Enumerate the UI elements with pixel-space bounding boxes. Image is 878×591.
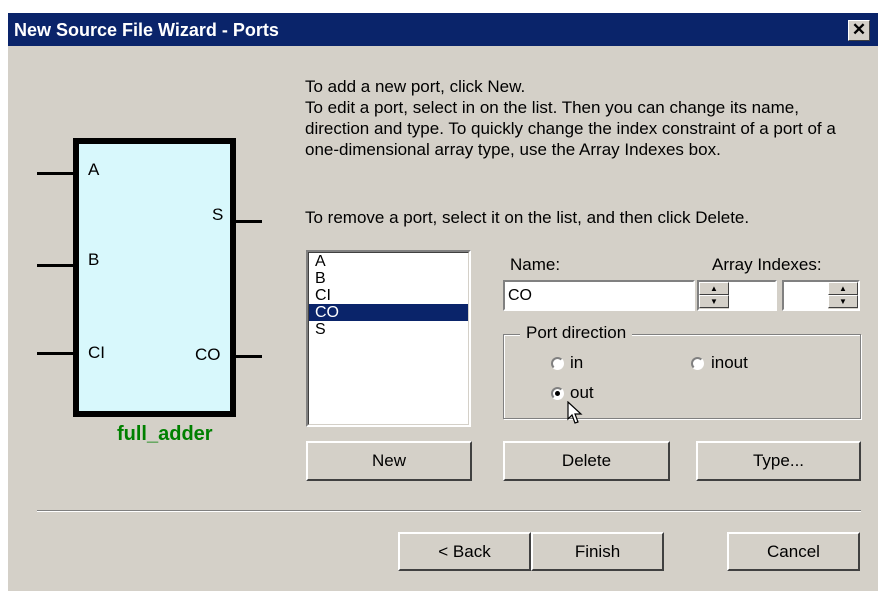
mouse-cursor-icon [567, 401, 583, 424]
close-icon: ✕ [851, 20, 867, 39]
help-text-remove: To remove a port, select it on the list,… [305, 208, 750, 227]
list-item[interactable]: S [309, 321, 468, 338]
pin-label-b: B [88, 250, 100, 269]
back-button[interactable]: < Back [398, 532, 531, 571]
help-text-edit: To edit a port, select in on the list. T… [305, 98, 836, 159]
array-indexes-label: Array Indexes: [712, 255, 822, 274]
name-field[interactable]: CO [503, 280, 695, 311]
pin-label-a: A [88, 160, 100, 179]
array-index-from-field[interactable]: ▲ ▼ [697, 280, 777, 311]
pin-label-co: CO [195, 345, 221, 364]
output-pin-co [236, 355, 262, 358]
array-index-from-spinner[interactable]: ▲ ▼ [699, 282, 729, 309]
pin-label-s: S [212, 205, 224, 224]
spin-up-icon[interactable]: ▲ [699, 282, 729, 295]
radio-inout-label[interactable]: inout [711, 353, 748, 373]
list-item[interactable]: B [309, 270, 468, 287]
component-name: full_adder [117, 423, 213, 445]
radio-in[interactable] [551, 357, 564, 370]
radio-selected-dot [555, 391, 560, 396]
delete-button[interactable]: Delete [503, 441, 670, 481]
array-index-to-field[interactable]: ▲ ▼ [782, 280, 860, 311]
spin-down-icon[interactable]: ▼ [828, 295, 858, 308]
ports-listbox[interactable]: A B CI CO S [306, 250, 471, 427]
pin-label-ci: CI [88, 343, 105, 362]
cancel-button[interactable]: Cancel [727, 532, 860, 571]
output-pin-s [236, 220, 262, 223]
list-item[interactable]: CI [309, 287, 468, 304]
type-button[interactable]: Type... [696, 441, 861, 481]
spin-up-icon[interactable]: ▲ [828, 282, 858, 295]
input-pin-ci [37, 352, 74, 355]
list-item[interactable]: A [309, 253, 468, 270]
radio-out-label[interactable]: out [570, 383, 594, 403]
spin-down-icon[interactable]: ▼ [699, 295, 729, 308]
separator [37, 510, 861, 512]
radio-inout[interactable] [691, 357, 704, 370]
name-field-value: CO [508, 287, 532, 304]
port-direction-group [503, 334, 861, 419]
radio-in-label[interactable]: in [570, 353, 583, 373]
array-index-to-spinner[interactable]: ▲ ▼ [828, 282, 858, 309]
close-button[interactable]: ✕ [848, 20, 870, 41]
input-pin-b [37, 264, 74, 267]
port-direction-label: Port direction [520, 323, 633, 343]
help-text-add: To add a new port, click New. [305, 77, 526, 96]
list-item-selected[interactable]: CO [309, 304, 468, 321]
input-pin-a [37, 172, 74, 175]
finish-button[interactable]: Finish [531, 532, 664, 571]
radio-out[interactable] [551, 387, 564, 400]
name-label: Name: [510, 255, 561, 274]
new-button[interactable]: New [306, 441, 472, 481]
window-title: New Source File Wizard - Ports [14, 20, 279, 40]
